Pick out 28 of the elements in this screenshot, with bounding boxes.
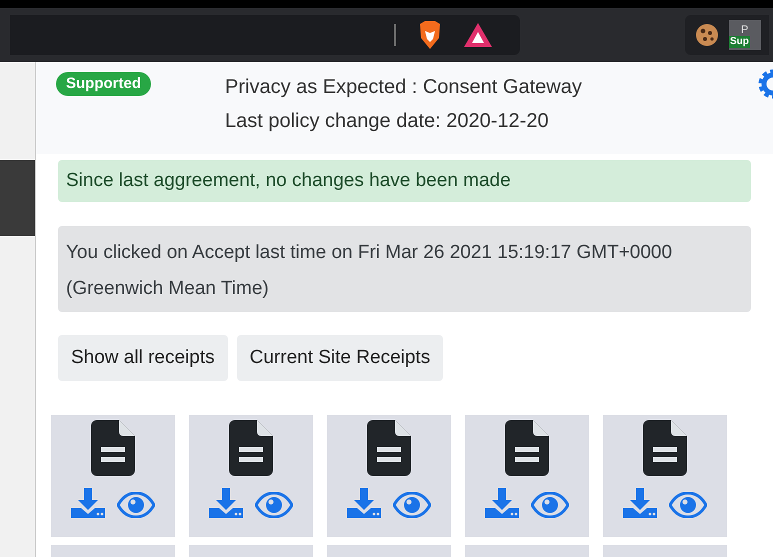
eye-icon[interactable] bbox=[117, 492, 155, 518]
eye-icon[interactable] bbox=[393, 492, 431, 518]
eye-icon[interactable] bbox=[531, 492, 569, 518]
last-action-message: You clicked on Accept last time on Fri Mar 26 2021 15:19:17 GMT+0000 (Greenwich Mean Time) bbox=[58, 226, 751, 312]
receipts-button[interactable]: Current Site Receipts bbox=[236, 335, 444, 381]
download-icon[interactable] bbox=[623, 488, 657, 518]
eye-icon[interactable] bbox=[669, 492, 707, 518]
download-icon[interactable] bbox=[71, 488, 105, 518]
document-icon bbox=[505, 420, 549, 476]
settings-icon[interactable] bbox=[757, 68, 773, 100]
triangle-icon bbox=[464, 23, 492, 47]
lion-shield-icon bbox=[418, 21, 442, 49]
policy-date: Last policy change date: 2020-12-20 bbox=[225, 109, 550, 134]
status-message: Since last aggreement, no changes have been made bbox=[58, 160, 751, 202]
download-icon[interactable] bbox=[347, 488, 381, 518]
supported-badge: Supported bbox=[56, 72, 151, 96]
document-icon bbox=[367, 420, 411, 476]
extension-label[interactable]: P bbox=[741, 22, 748, 38]
download-icon[interactable] bbox=[209, 488, 243, 518]
download-icon[interactable] bbox=[485, 488, 519, 518]
eye-icon[interactable] bbox=[255, 492, 293, 518]
document-icon bbox=[643, 420, 687, 476]
extension-title: Privacy as Expected : Consent Gateway bbox=[225, 75, 582, 100]
extension-badge: Sup bbox=[729, 36, 750, 48]
document-icon bbox=[91, 420, 135, 476]
cookie-icon[interactable] bbox=[695, 23, 719, 47]
document-icon bbox=[229, 420, 273, 476]
receipts-button[interactable]: Show all receipts bbox=[58, 335, 228, 381]
